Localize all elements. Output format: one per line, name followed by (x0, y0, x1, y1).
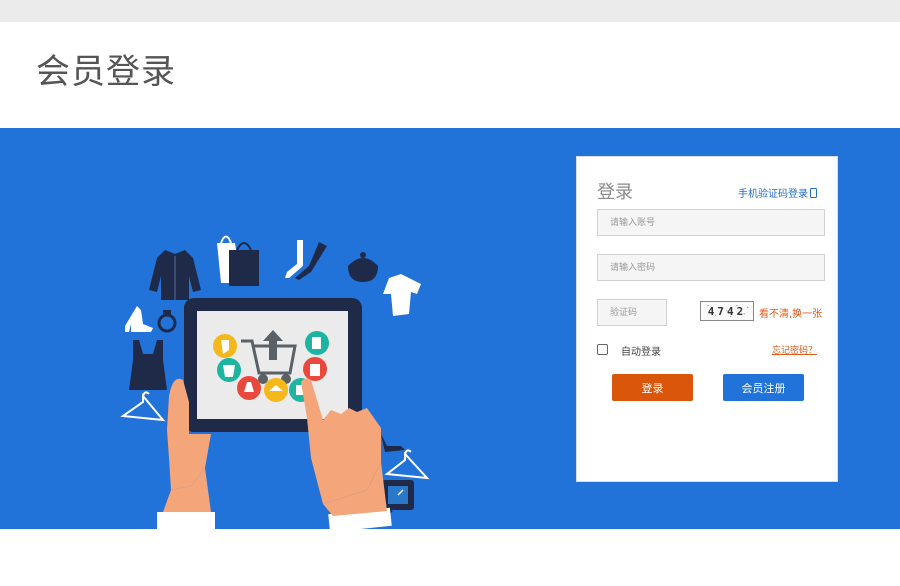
shopping-bag-icon (217, 235, 259, 286)
sms-login-label: 手机验证码登录 (738, 189, 808, 200)
hanger-icon (120, 391, 166, 422)
tank-top-icon (129, 340, 167, 390)
username-field-box (597, 209, 825, 236)
shopping-illustration (120, 235, 430, 529)
banner: 登录 手机验证码登录 4742 看不清,换一张 自动登录 忘记 (0, 128, 900, 529)
login-title: 登录 (597, 182, 633, 203)
register-button[interactable]: 会员注册 (723, 374, 804, 401)
boot-icon (285, 240, 327, 280)
page-title: 会员登录 (36, 52, 176, 92)
login-button[interactable]: 登录 (612, 374, 693, 401)
login-panel: 登录 手机验证码登录 4742 看不清,换一张 自动登录 忘记 (576, 156, 838, 482)
header: 会员登录 (0, 22, 900, 128)
captcha-noise (707, 305, 749, 317)
jacket-icon (149, 250, 201, 300)
auto-login-checkbox[interactable] (597, 344, 608, 355)
ring-icon (157, 310, 177, 333)
purse-icon (348, 252, 378, 282)
phone-icon (810, 187, 817, 198)
black-heel-icon (381, 434, 405, 452)
captcha-refresh-link[interactable]: 看不清,换一张 (759, 305, 822, 320)
captcha-input[interactable] (598, 300, 666, 326)
forgot-password-link[interactable]: 忘记密码？ (772, 343, 817, 356)
footer-area (0, 529, 900, 586)
captcha-field-box (597, 299, 667, 326)
sms-login-link[interactable]: 手机验证码登录 (738, 185, 817, 200)
captcha-image[interactable]: 4742 (700, 301, 754, 321)
username-input[interactable] (598, 210, 824, 236)
tshirt-icon (383, 274, 421, 316)
high-heel-icon (125, 306, 153, 332)
hanger-icon (384, 449, 430, 480)
password-field-box (597, 254, 825, 281)
top-bar (0, 0, 900, 22)
password-input[interactable] (598, 255, 824, 281)
auto-login-label: 自动登录 (621, 347, 661, 358)
